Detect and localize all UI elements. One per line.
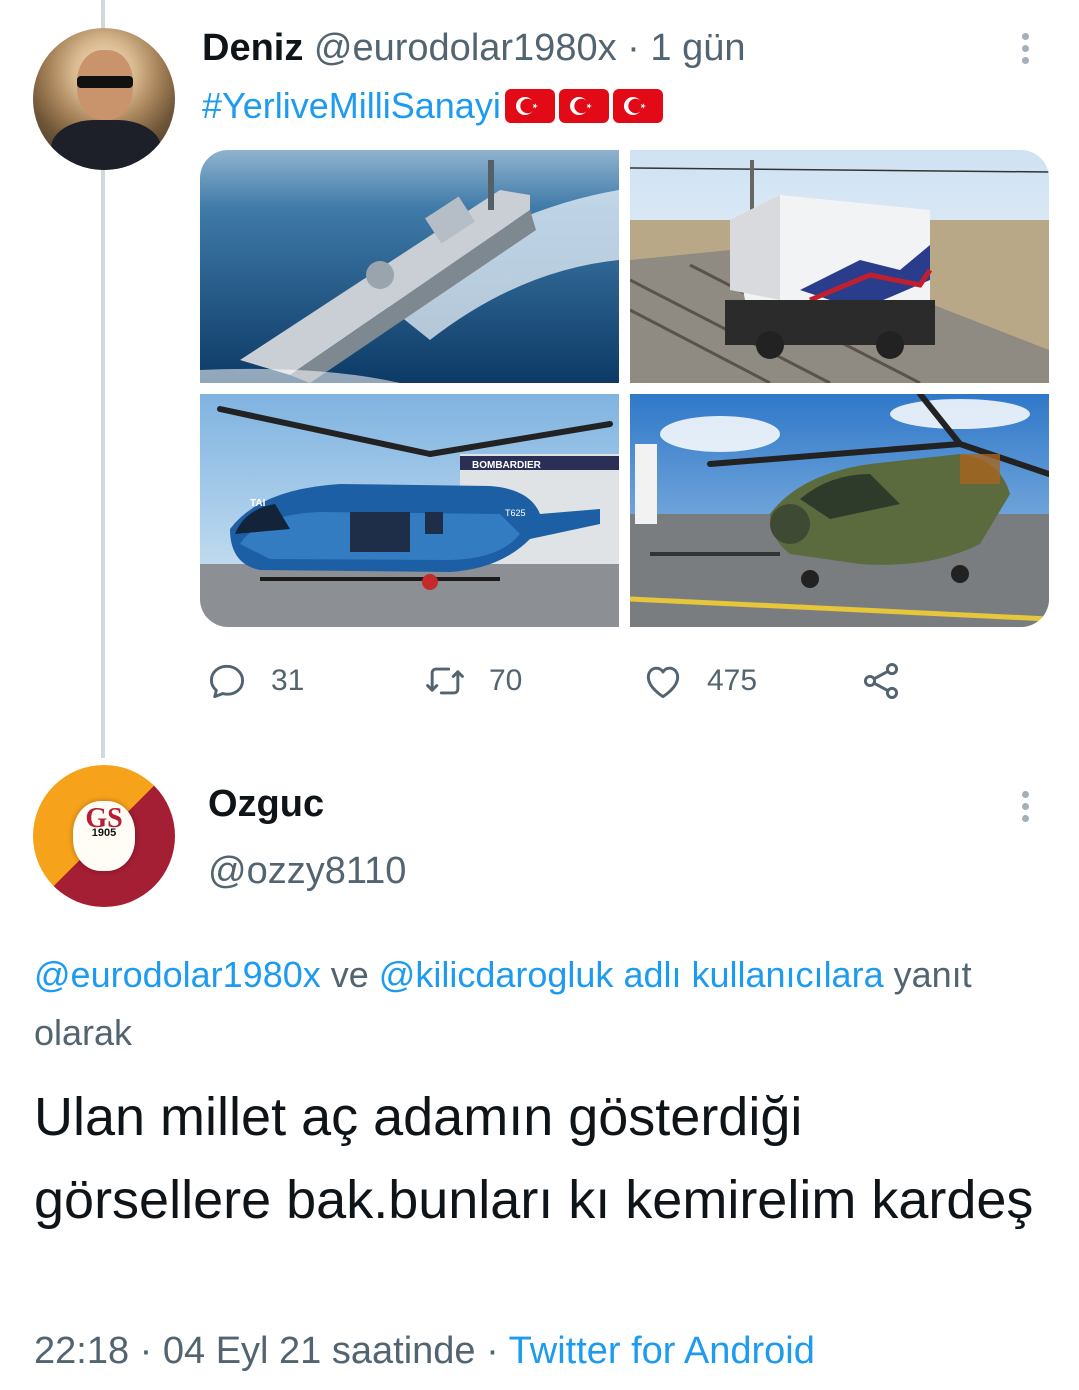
turkey-flag-icon [558,89,609,123]
locomotive-image[interactable] [630,150,1049,383]
retweet-button[interactable]: 70 [423,656,522,706]
reply-count: 31 [271,664,305,697]
utility-helicopter-image[interactable]: BOMBARDIER TAI T625 [200,394,619,627]
tweet-text: #YerliveMilliSanayi [202,84,663,128]
fuselage-brand-text: TAI [250,498,266,509]
tweet-time[interactable]: 1 gün [650,27,745,69]
badge-year: 1905 [91,827,117,839]
share-icon [863,663,899,699]
hashtag-link[interactable]: #YerliveMilliSanayi [202,84,501,128]
author-name[interactable]: Deniz [202,27,303,69]
reply-icon [209,664,245,699]
avatar-glasses [77,76,133,88]
turkey-flag-icon [612,89,663,123]
like-button[interactable]: 475 [641,656,757,706]
mention-link[interactable]: @kilicdarogluk [379,954,614,995]
header-separator: · [627,27,640,69]
date[interactable]: 04 Eyl 21 saatinde [163,1330,476,1372]
reply-to-users-link[interactable]: adlı kullanıcılara [623,954,883,995]
reply-author-handle[interactable]: @ozzy8110 [208,848,406,894]
timestamp[interactable]: 22:18 [34,1330,129,1372]
hangar-sign-text: BOMBARDIER [472,460,542,471]
reply-button[interactable]: 31 [205,656,304,706]
fuselage-model-text: T625 [505,508,526,518]
tweet-header: Deniz @eurodolar1980x · 1 gün [202,26,745,70]
replying-to-line: @eurodolar1980x ve @kilicdarogluk adlı k… [34,946,1034,1062]
reply-author-name[interactable]: Ozguc [208,782,324,826]
turkey-flag-icon [504,89,555,123]
tweet-metadata: 22:18 · 04 Eyl 21 saatinde · Twitter for… [34,1328,815,1374]
mention-link[interactable]: @eurodolar1980x [34,954,321,995]
reply-text: Ulan millet aç adamın gösterdiği görsell… [34,1087,1034,1230]
galatasaray-logo-icon: GS 1905 [73,801,135,871]
meta-separator: · [486,1330,499,1372]
like-count: 475 [707,664,758,697]
media-grid: BOMBARDIER TAI T625 [200,150,1049,627]
deniz-avatar[interactable] [33,28,175,170]
retweet-icon [426,667,464,695]
ozguc-avatar[interactable]: GS 1905 [33,765,175,907]
more-options-icon[interactable] [1022,28,1029,69]
author-handle[interactable]: @eurodolar1980x [314,27,617,69]
attack-helicopter-image[interactable] [630,394,1049,627]
avatar-figure [51,120,161,170]
meta-separator: · [139,1330,153,1372]
warship-image[interactable] [200,150,619,383]
more-options-icon[interactable] [1022,786,1029,827]
heart-icon [646,666,680,699]
reply-to-conjunction: ve [330,954,369,995]
share-button[interactable] [859,656,903,706]
source-link[interactable]: Twitter for Android [509,1330,815,1372]
retweet-count: 70 [489,664,523,697]
